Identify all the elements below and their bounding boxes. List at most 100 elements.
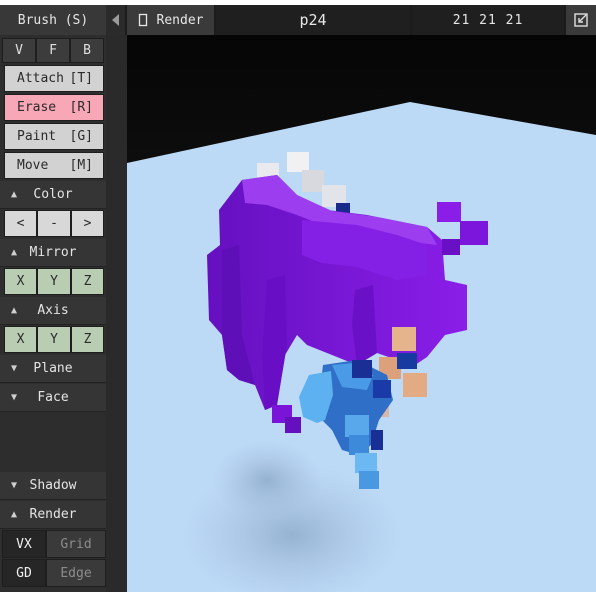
axis-z-button[interactable]: Z <box>71 326 104 353</box>
file-name-field[interactable]: p24 <box>216 5 410 35</box>
mode-f-label: F <box>49 43 57 58</box>
axis-section-label: Axis <box>37 303 69 318</box>
render-vx-button[interactable]: VX <box>2 530 46 558</box>
axis-x-button[interactable]: X <box>4 326 37 353</box>
expand-down-icon: ▼ <box>10 480 18 491</box>
mode-f-button[interactable]: F <box>36 38 70 63</box>
mirror-z-button[interactable]: Z <box>71 268 104 295</box>
voxel <box>302 170 324 192</box>
render-gd-label: GD <box>16 565 32 581</box>
voxel <box>392 327 416 351</box>
attach-tool-button[interactable]: Attach [T] <box>4 65 104 92</box>
panel-spacer <box>0 413 106 472</box>
attach-shortcut: [T] <box>69 71 93 86</box>
voxel <box>345 415 369 437</box>
axis-section-header[interactable]: ▲ Axis <box>0 297 106 325</box>
face-section-header[interactable]: ▼ Face <box>0 384 106 412</box>
maximize-button[interactable] <box>566 5 596 35</box>
color-section-header[interactable]: ▲ Color <box>0 181 106 209</box>
paint-label: Paint <box>17 129 57 144</box>
render-grid-button[interactable]: Grid <box>46 530 106 558</box>
voxel <box>359 471 379 489</box>
mode-b-label: B <box>83 43 91 58</box>
move-tool-button[interactable]: Move [M] <box>4 152 104 179</box>
plane-section-header[interactable]: ▼ Plane <box>0 355 106 383</box>
model-size: 21 21 21 <box>452 12 524 28</box>
paint-tool-button[interactable]: Paint [G] <box>4 123 104 150</box>
hair-strand-voxels <box>352 285 377 365</box>
voxel <box>437 202 461 222</box>
color-next-button[interactable]: > <box>71 210 104 237</box>
axis-x-label: X <box>16 332 25 347</box>
render-toggle-button[interactable]: Render <box>127 5 214 35</box>
brush-mode-button[interactable]: Brush (S) <box>0 5 106 35</box>
erase-shortcut: [R] <box>69 100 93 115</box>
color-reset-button[interactable]: - <box>37 210 71 237</box>
voxel <box>352 360 372 378</box>
collapse-panel-button[interactable] <box>106 5 125 35</box>
expand-up-icon: ▲ <box>10 189 18 200</box>
erase-tool-button[interactable]: Erase [R] <box>4 94 104 121</box>
render-vx-label: VX <box>16 536 32 552</box>
voxel <box>285 417 301 433</box>
render-toggle-label: Render <box>156 12 204 28</box>
voxel <box>371 430 383 450</box>
move-label: Move <box>17 158 49 173</box>
expand-up-icon: ▲ <box>10 509 18 520</box>
color-next-label: > <box>83 216 92 231</box>
top-toolbar: Brush (S) Render p24 21 21 21 <box>0 5 596 35</box>
render-section-label: Render <box>29 507 77 522</box>
move-shortcut: [M] <box>69 158 93 173</box>
voxel <box>460 221 488 245</box>
checkbox-icon <box>138 13 147 27</box>
render-edge-label: Edge <box>60 565 92 581</box>
panel-divider <box>106 35 127 592</box>
color-prev-button[interactable]: < <box>4 210 37 237</box>
render-section-header[interactable]: ▲ Render <box>0 501 106 529</box>
expand-up-icon: ▲ <box>10 247 18 258</box>
axis-y-button[interactable]: Y <box>37 326 71 353</box>
maximize-icon <box>574 13 588 27</box>
chevron-left-icon <box>111 14 119 26</box>
shadow-section-label: Shadow <box>29 478 77 493</box>
mirror-x-label: X <box>16 274 25 289</box>
render-gd-button[interactable]: GD <box>2 559 46 587</box>
expand-down-icon: ▼ <box>10 363 18 374</box>
render-grid-label: Grid <box>60 536 92 552</box>
shadow-section-header[interactable]: ▼ Shadow <box>0 472 106 500</box>
color-section-label: Color <box>33 187 73 202</box>
mirror-section-header[interactable]: ▲ Mirror <box>0 239 106 267</box>
mode-v-button[interactable]: V <box>2 38 36 63</box>
voxel <box>287 152 309 172</box>
voxel-viewport[interactable] <box>127 35 596 592</box>
plane-section-label: Plane <box>33 361 73 376</box>
mirror-y-label: Y <box>50 274 58 289</box>
file-name: p24 <box>299 11 327 29</box>
erase-label: Erase <box>17 100 57 115</box>
brush-mode-label: Brush (S) <box>17 12 89 28</box>
voxel-scene <box>127 35 596 592</box>
voxel <box>373 380 391 398</box>
face-section-label: Face <box>37 390 69 405</box>
voxel <box>355 453 377 473</box>
color-prev-label: < <box>16 216 25 231</box>
mirror-section-label: Mirror <box>29 245 77 260</box>
model-size-field[interactable]: 21 21 21 <box>412 5 564 35</box>
voxel <box>403 373 427 397</box>
expand-up-icon: ▲ <box>10 305 18 316</box>
voxel <box>442 239 460 255</box>
voxel <box>397 353 417 369</box>
axis-y-label: Y <box>50 332 58 347</box>
expand-down-icon: ▼ <box>10 392 18 403</box>
mirror-y-button[interactable]: Y <box>37 268 71 295</box>
mode-v-label: V <box>15 43 23 58</box>
model-shadow <box>212 440 322 520</box>
mode-b-button[interactable]: B <box>70 38 104 63</box>
attach-label: Attach <box>17 71 64 86</box>
mirror-x-button[interactable]: X <box>4 268 37 295</box>
color-reset-label: - <box>50 216 58 231</box>
paint-shortcut: [G] <box>69 129 93 144</box>
voxel <box>349 435 369 455</box>
axis-z-label: Z <box>83 332 92 347</box>
render-edge-button[interactable]: Edge <box>46 559 106 587</box>
